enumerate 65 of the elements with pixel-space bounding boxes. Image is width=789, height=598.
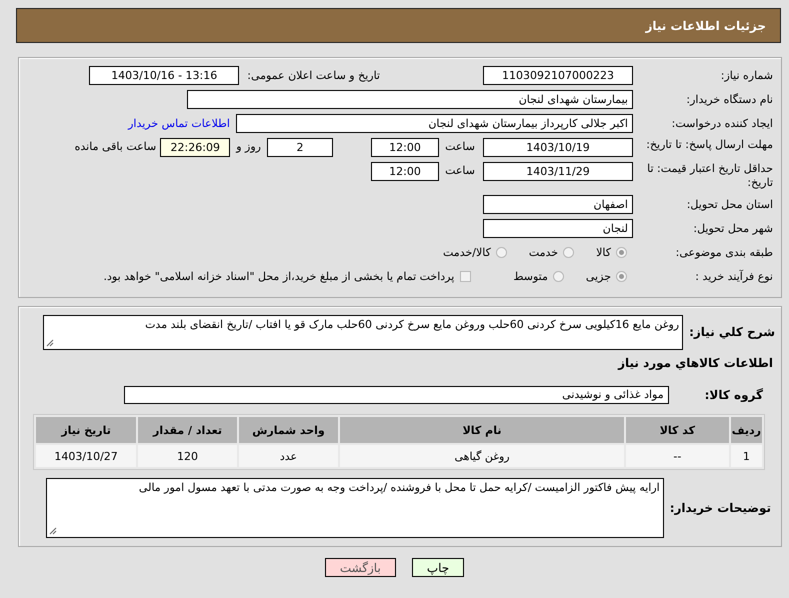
radio-button[interactable] — [496, 247, 507, 258]
radio-label: خدمت — [528, 246, 558, 259]
field-label: حداقل تاریخ اعتبار قیمت: تا تاریخ: — [646, 162, 773, 190]
buyer-notes-text: ارایه پیش فاکتور الزامیست /کرایه حمل تا محل با فروشنده /پرداخت وجه به صورت مدتی با تعهد مسول امور مالی — [138, 481, 660, 494]
field-label: مهلت ارسال پاسخ: تا تاریخ: — [645, 138, 773, 152]
time-label: ساعت — [444, 164, 475, 177]
group-label: گروه کالا: — [704, 388, 763, 402]
radio-button[interactable] — [552, 271, 564, 282]
days-label: روز و — [236, 140, 261, 153]
buyer-org-field: بیمارستان شهدای لنجان — [187, 90, 633, 109]
radio-label: کالا — [596, 246, 611, 259]
requester-field: اکبر جلالی کارپرداز بیمارستان شهدای لنجان — [236, 114, 633, 133]
checkbox[interactable] — [460, 271, 472, 282]
column-header: نام کالا — [340, 417, 624, 443]
field-label: طبقه بندی موضوعی: — [674, 246, 773, 260]
resize-grip-icon[interactable] — [46, 339, 54, 347]
buyer-contact-link[interactable]: اطلاعات تماس خریدار — [128, 117, 230, 130]
table-cell: 1 — [730, 445, 762, 467]
time-label: ساعت — [444, 140, 475, 153]
price-validity-time-field: 12:00 — [371, 162, 439, 181]
resize-grip-icon[interactable] — [48, 527, 57, 535]
field-label: استان محل تحویل: — [686, 198, 773, 212]
radio-button[interactable] — [616, 247, 627, 258]
goods-section-title: اطلاعات کالاهاي مورد نیاز — [618, 356, 773, 370]
reply-deadline-date-field: 1403/10/19 — [483, 138, 633, 157]
page-title-bar: جزئیات اطلاعات نیاز — [16, 8, 781, 43]
field-label: شماره نیاز: — [720, 68, 773, 82]
field-label: تاریخ و ساعت اعلان عمومی: — [247, 69, 380, 82]
table-cell: -- — [626, 445, 729, 467]
table-cell: 120 — [138, 445, 237, 467]
print-button[interactable]: چاپ — [412, 558, 464, 577]
field-label: ایجاد کننده درخواست: — [670, 116, 773, 130]
reply-deadline-time-field: 12:00 — [371, 138, 439, 157]
column-header: تاریخ نیاز — [36, 417, 136, 443]
description-label: شرح کلي نیاز: — [689, 325, 775, 339]
radio-button[interactable] — [616, 271, 627, 282]
treasury-note: پرداخت تمام یا بخشی از مبلغ خرید،از محل "اسناد خزانه اسلامی" خواهد بود. — [104, 270, 454, 283]
field-label: نوع فرآیند خرید : — [694, 270, 773, 284]
radio-label: جزیی — [586, 270, 611, 283]
need-number-field: 1103092107000223 — [483, 66, 633, 85]
radio-button[interactable] — [563, 247, 574, 258]
description-text: روغن مایع 16کیلویی سرخ کردنی 60حلب وروغن مایع سرخ کردنی 60حلب مارک قو یا افتاب /تاریخ انقضای بلند مدت — [145, 318, 680, 331]
days-field: 2 — [267, 138, 333, 157]
column-header: کد کالا — [626, 417, 729, 443]
table-cell: 1403/10/27 — [36, 445, 136, 467]
description-field[interactable]: روغن مایع 16کیلویی سرخ کردنی 60حلب وروغن مایع سرخ کردنی 60حلب مارک قو یا افتاب /تاریخ انقضای بلند مدت — [43, 315, 684, 350]
table-cell: عدد — [238, 445, 338, 467]
column-header: واحد شمارش — [238, 417, 338, 443]
buyer-notes-label: توضیحات خریدار: — [670, 501, 771, 515]
province-field: اصفهان — [483, 195, 633, 214]
radio-label: متوسط — [513, 270, 548, 283]
field-label: نام دستگاه خریدار: — [685, 92, 773, 106]
back-button[interactable]: بازگشت — [324, 558, 396, 577]
price-validity-date-field: 1403/11/29 — [483, 162, 633, 181]
field-label: شهر محل تحویل: — [692, 222, 773, 236]
column-header: تعداد / مقدار — [138, 417, 237, 443]
city-field: لنجان — [483, 219, 633, 238]
remaining-label: ساعت باقی مانده — [74, 140, 156, 153]
radio-label: کالا/خدمت — [443, 246, 491, 259]
goods-group-field: مواد غذائی و نوشیدنی — [124, 386, 669, 404]
table-cell: روغن گیاهی — [340, 445, 624, 467]
announce-date-field: 1403/10/16 - 13:16 — [89, 66, 240, 85]
remaining-time-field: 22:26:09 — [160, 138, 230, 157]
column-header: ردیف — [730, 417, 762, 443]
buyer-notes-field[interactable]: ارایه پیش فاکتور الزامیست /کرایه حمل تا محل با فروشنده /پرداخت وجه به صورت مدتی با تعهد مسول امور مالی — [46, 478, 664, 538]
